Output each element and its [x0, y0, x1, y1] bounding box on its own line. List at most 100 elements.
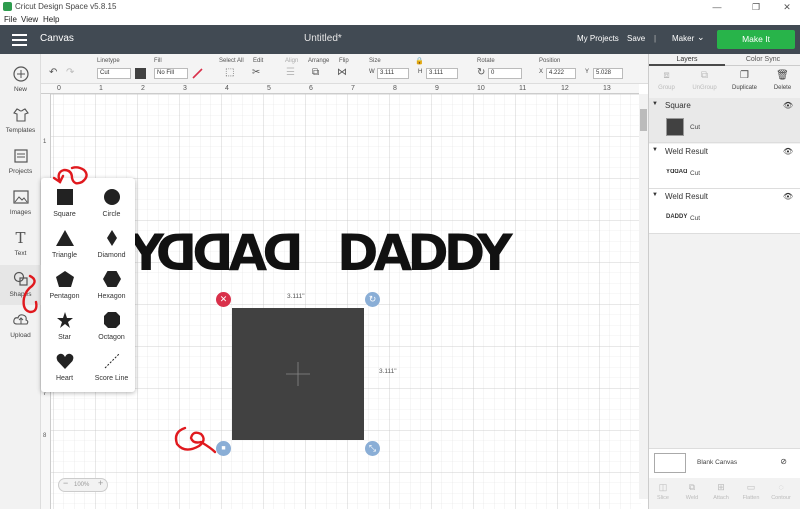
- menu-view[interactable]: View: [21, 14, 38, 25]
- position-x-input[interactable]: 4.222: [546, 68, 576, 79]
- chevron-down-icon[interactable]: ⌄: [697, 32, 705, 43]
- square-icon: [56, 189, 73, 205]
- width-input[interactable]: 3.111: [377, 68, 409, 79]
- vertical-scrollbar[interactable]: [639, 94, 648, 499]
- sidebar-item-new[interactable]: New: [0, 60, 41, 100]
- flatten-label: Flatten: [742, 495, 760, 501]
- redo-icon[interactable]: ↷: [66, 67, 74, 79]
- attach-icon: ⊞: [717, 482, 725, 492]
- header-separator: |: [654, 34, 657, 43]
- y-letter: Y: [585, 69, 590, 75]
- sidebar-item-images[interactable]: Images: [0, 183, 41, 223]
- shapes-panel: Square Circle Triangle Diamond Pentagon …: [41, 178, 135, 392]
- linetype-select[interactable]: Cut: [97, 68, 131, 79]
- daddy-text[interactable]: DADDY: [337, 228, 513, 278]
- align-icon[interactable]: ☰: [286, 67, 295, 79]
- zoom-in-button[interactable]: +: [98, 478, 103, 488]
- layer-thumbnail: DADDY: [666, 214, 688, 220]
- sidebar-item-text[interactable]: T Text: [0, 224, 41, 264]
- zoom-out-button[interactable]: −: [63, 478, 68, 488]
- sidebar-label-upload: Upload: [10, 332, 31, 339]
- shape-label: Heart: [55, 375, 74, 382]
- maximize-button[interactable]: ❐: [745, 0, 767, 14]
- edit-label: Edit: [253, 58, 264, 64]
- attach-button[interactable]: ⊞ Attach: [707, 482, 735, 501]
- shape-triangle[interactable]: Triangle: [41, 219, 88, 260]
- menu-help[interactable]: Help: [43, 14, 59, 25]
- pentagon-icon: [55, 271, 74, 287]
- hamburger-menu-icon[interactable]: [12, 34, 27, 46]
- shape-label: Pentagon: [49, 293, 80, 300]
- tab-color-sync[interactable]: Color Sync: [725, 54, 800, 66]
- linetype-color-swatch[interactable]: [135, 68, 146, 79]
- selected-square[interactable]: [232, 308, 364, 440]
- duplicate-icon: ❐: [740, 70, 749, 81]
- group-button[interactable]: ⧈ Group: [649, 70, 684, 91]
- shape-heart[interactable]: Heart: [41, 342, 88, 383]
- ungroup-button[interactable]: ⧉ UnGroup: [687, 70, 722, 91]
- shape-hexagon[interactable]: Hexagon: [88, 260, 135, 301]
- delete-button[interactable]: 🗑 Delete: [765, 70, 800, 91]
- scissors-icon[interactable]: ✂: [252, 67, 260, 79]
- rotate-icon: ↻: [477, 67, 486, 78]
- fill-select[interactable]: No Fill: [154, 68, 188, 79]
- sidebar-item-templates[interactable]: Templates: [0, 101, 41, 141]
- slice-label: Slice: [657, 495, 669, 501]
- layer-group-square[interactable]: ▼ Square 👁 Cut: [649, 98, 800, 143]
- mirrored-daddy-text[interactable]: DADDY: [133, 224, 304, 282]
- layer-group-weld-1[interactable]: ▼ Weld Result 👁 DADDY Cut: [649, 144, 800, 189]
- eye-slash-icon[interactable]: ⊘: [780, 457, 787, 466]
- select-all-icon[interactable]: ⬚: [225, 67, 234, 79]
- eye-icon[interactable]: 👁: [783, 147, 793, 156]
- octagon-icon: [103, 312, 120, 328]
- shape-star[interactable]: Star: [41, 301, 88, 342]
- shape-pentagon[interactable]: Pentagon: [41, 260, 88, 301]
- shape-circle[interactable]: Circle: [88, 178, 135, 219]
- slice-button[interactable]: ◫ Slice: [649, 482, 677, 501]
- lock-icon[interactable]: 🔒: [415, 57, 424, 65]
- shape-diamond[interactable]: Diamond: [88, 219, 135, 260]
- undo-icon[interactable]: ↶: [49, 67, 57, 79]
- shape-octagon[interactable]: Octagon: [88, 301, 135, 342]
- ruler-tick-label: 2: [141, 85, 145, 92]
- scrollbar-thumb[interactable]: [640, 109, 647, 131]
- zoom-level: 100%: [74, 482, 90, 488]
- menu-file[interactable]: File: [4, 14, 17, 25]
- weld-button[interactable]: ⧉ Weld: [678, 482, 706, 501]
- my-projects-link[interactable]: My Projects: [577, 34, 619, 43]
- eye-icon[interactable]: 👁: [783, 101, 793, 110]
- trash-icon: 🗑: [776, 70, 789, 81]
- blank-canvas-swatch[interactable]: [654, 453, 686, 473]
- resize-handle-icon[interactable]: ⤡: [365, 441, 380, 456]
- arrange-icon[interactable]: ⧉: [312, 67, 319, 79]
- rotate-input[interactable]: 0: [488, 68, 522, 79]
- rotate-handle-icon[interactable]: ↻: [365, 292, 380, 307]
- star-icon: [56, 312, 73, 328]
- make-it-button[interactable]: Make It: [717, 30, 795, 49]
- height-dimension-label: 3.111": [379, 368, 397, 375]
- group-icon: ⧈: [663, 70, 670, 81]
- no-fill-icon[interactable]: [191, 67, 203, 79]
- caret-down-icon[interactable]: ▼: [652, 147, 658, 153]
- caret-down-icon[interactable]: ▼: [652, 192, 658, 198]
- save-button[interactable]: Save: [627, 34, 645, 43]
- close-window-button[interactable]: ✕: [776, 0, 798, 14]
- sidebar-item-projects[interactable]: Projects: [0, 142, 41, 182]
- flip-icon[interactable]: ⋈: [337, 67, 347, 79]
- flatten-button[interactable]: ▭ Flatten: [737, 482, 765, 501]
- minimize-button[interactable]: —: [706, 0, 728, 14]
- eye-icon[interactable]: 👁: [783, 192, 793, 201]
- circle-icon: [103, 189, 120, 205]
- shape-score-line[interactable]: Score Line: [88, 342, 135, 383]
- caret-down-icon[interactable]: ▼: [652, 101, 658, 107]
- blank-canvas-row[interactable]: Blank Canvas ⊘: [649, 448, 800, 478]
- duplicate-button[interactable]: ❐ Duplicate: [727, 70, 762, 91]
- attach-label: Attach: [713, 495, 729, 501]
- tab-layers[interactable]: Layers: [649, 54, 725, 66]
- delete-handle-icon[interactable]: ✕: [216, 292, 231, 307]
- layer-group-weld-2[interactable]: ▼ Weld Result 👁 DADDY Cut: [649, 189, 800, 234]
- position-y-input[interactable]: 5.028: [593, 68, 623, 79]
- machine-selector[interactable]: Maker: [672, 34, 694, 43]
- contour-button[interactable]: ◌ Contour: [767, 482, 795, 501]
- height-input[interactable]: 3.111: [426, 68, 458, 79]
